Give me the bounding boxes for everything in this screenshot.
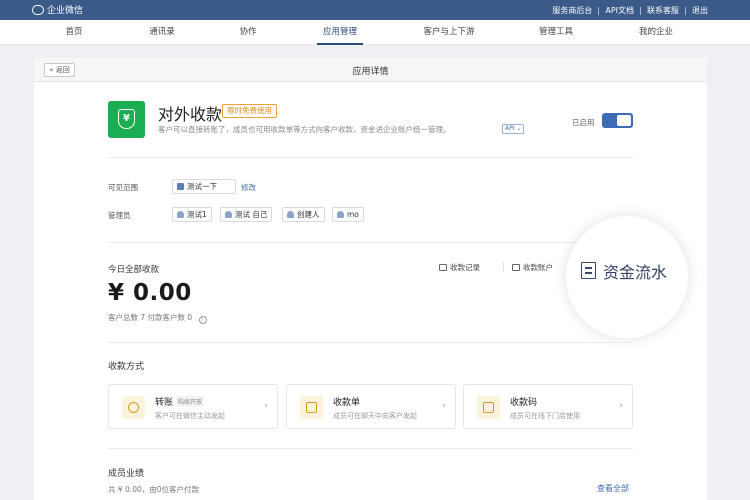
main-nav: 首页 通讯录 协作 应用管理 客户与上下游 管理工具 我的企业 bbox=[0, 20, 750, 45]
method-title-text: 转账 bbox=[155, 398, 174, 408]
performance-title: 成员业绩 bbox=[108, 469, 145, 479]
method-card-qr-code[interactable]: 收款码 成员可在线下门店使用 › bbox=[463, 384, 633, 429]
user-icon bbox=[225, 211, 232, 218]
method-title: 收款码 bbox=[510, 398, 538, 408]
logout-link[interactable]: 退出 bbox=[692, 5, 708, 16]
admin-name: mo bbox=[347, 210, 359, 219]
logo-text: 企业微信 bbox=[47, 6, 84, 16]
transfer-icon bbox=[122, 396, 145, 419]
user-icon bbox=[177, 211, 184, 218]
divider bbox=[108, 157, 633, 158]
app-name: 对外收款 bbox=[158, 105, 223, 124]
divider bbox=[108, 242, 633, 243]
support-link[interactable]: 联系客服 bbox=[647, 5, 679, 16]
account-icon bbox=[512, 264, 520, 271]
visibility-label: 可见范围 bbox=[108, 183, 138, 192]
toggle-knob bbox=[617, 115, 631, 126]
tab-my-company[interactable]: 我的企业 bbox=[639, 20, 673, 45]
admin-chip: 测试 自己 bbox=[220, 207, 273, 222]
records-icon bbox=[439, 264, 447, 271]
method-desc: 成员可在线下门店使用 bbox=[510, 412, 580, 420]
edit-visibility-link[interactable]: 修改 bbox=[241, 182, 256, 193]
fund-flow-link[interactable]: 资金流水 bbox=[603, 259, 667, 283]
tab-home[interactable]: 首页 bbox=[65, 20, 82, 45]
admin-chip: mo bbox=[332, 207, 364, 222]
enable-toggle[interactable] bbox=[602, 113, 633, 128]
divider bbox=[685, 6, 686, 15]
chevron-right-icon: › bbox=[264, 401, 268, 411]
user-icon bbox=[337, 211, 344, 218]
coming-soon-badge: 陆续开放 bbox=[176, 396, 205, 407]
app-icon: ¥ bbox=[108, 101, 145, 138]
panel-header: « 返回 应用详情 bbox=[34, 58, 707, 82]
page-title: 应用详情 bbox=[352, 67, 389, 77]
divider bbox=[640, 6, 641, 15]
admin-chip: 测试1 bbox=[172, 207, 212, 222]
info-icon[interactable]: i bbox=[198, 316, 207, 324]
divider bbox=[598, 6, 600, 15]
method-title: 收款单 bbox=[333, 398, 361, 408]
collection-account-label: 收款账户 bbox=[523, 263, 553, 272]
api-docs-link[interactable]: API文档 bbox=[605, 5, 634, 16]
divider bbox=[108, 342, 633, 343]
invoice-icon bbox=[300, 396, 323, 419]
admin-name: 测试 自己 bbox=[235, 210, 268, 219]
tab-collaboration[interactable]: 协作 bbox=[239, 20, 256, 45]
method-desc: 客户可在微信主动发起 bbox=[155, 412, 225, 420]
collection-records-label: 收款记录 bbox=[450, 263, 480, 272]
yuan-shield-icon: ¥ bbox=[118, 109, 135, 129]
customer-stats-text: 客户总数 7 付款客户数 0 bbox=[108, 313, 193, 322]
today-collection-title: 今日全部收款 bbox=[108, 265, 160, 275]
chevron-right-icon: › bbox=[442, 401, 446, 411]
performance-summary: 共 ¥ 0.00，由0位客户付款 bbox=[108, 485, 200, 494]
method-card-invoice[interactable]: 收款单 成员可在聊天中向客户发起 › bbox=[286, 384, 456, 429]
tab-contacts[interactable]: 通讯录 bbox=[149, 20, 175, 45]
enabled-label: 已启用 bbox=[572, 118, 595, 127]
admin-name: 创建人 bbox=[297, 210, 320, 219]
admin-chip: 创建人 bbox=[282, 207, 325, 222]
chat-bubble-icon bbox=[32, 4, 44, 15]
top-links: 服务商后台 API文档 联系客服 退出 bbox=[552, 5, 708, 16]
chevron-right-icon: › bbox=[619, 401, 623, 411]
collection-records-link[interactable]: 收款记录 bbox=[439, 262, 480, 273]
tab-customers[interactable]: 客户与上下游 bbox=[423, 20, 474, 45]
admins-label: 管理员 bbox=[108, 211, 131, 220]
tab-app-management[interactable]: 应用管理 bbox=[316, 20, 364, 45]
provider-console-link[interactable]: 服务商后台 bbox=[552, 5, 592, 16]
api-dropdown[interactable]: API ⌄ bbox=[502, 124, 525, 134]
user-icon bbox=[287, 211, 294, 218]
methods-title: 收款方式 bbox=[108, 362, 145, 372]
customer-stats: 客户总数 7 付款客户数 0 i bbox=[108, 312, 207, 324]
divider bbox=[503, 262, 504, 271]
today-amount: ¥ 0.00 bbox=[108, 280, 192, 306]
logo[interactable]: 企业微信 bbox=[32, 3, 83, 16]
see-all-link[interactable]: 查看全部 bbox=[597, 483, 629, 494]
method-title: 转账 陆续开放 bbox=[155, 395, 205, 408]
method-card-transfer[interactable]: 转账 陆续开放 客户可在微信主动发起 › bbox=[108, 384, 278, 429]
ledger-icon bbox=[581, 262, 596, 279]
method-desc: 成员可在聊天中向客户发起 bbox=[333, 412, 417, 420]
collection-account-link[interactable]: 收款账户 bbox=[512, 262, 553, 273]
app-detail-panel: « 返回 应用详情 ¥ 对外收款 限时免费使用 客户可以直接转账了，成员也可用收… bbox=[34, 58, 707, 500]
visibility-value: 测试一下 bbox=[187, 182, 217, 191]
free-trial-badge: 限时免费使用 bbox=[222, 104, 277, 118]
app-description: 客户可以直接转账了，成员也可用收款单等方式向客户收款，资金进企业账户统一管理。 bbox=[158, 125, 451, 134]
visibility-chip: 测试一下 bbox=[172, 179, 236, 194]
divider bbox=[108, 448, 633, 449]
top-bar: 企业微信 服务商后台 API文档 联系客服 退出 bbox=[0, 0, 750, 20]
folder-icon bbox=[177, 183, 184, 190]
admin-name: 测试1 bbox=[187, 210, 207, 219]
qr-code-icon bbox=[477, 396, 500, 419]
tab-management-tools[interactable]: 管理工具 bbox=[539, 20, 573, 45]
